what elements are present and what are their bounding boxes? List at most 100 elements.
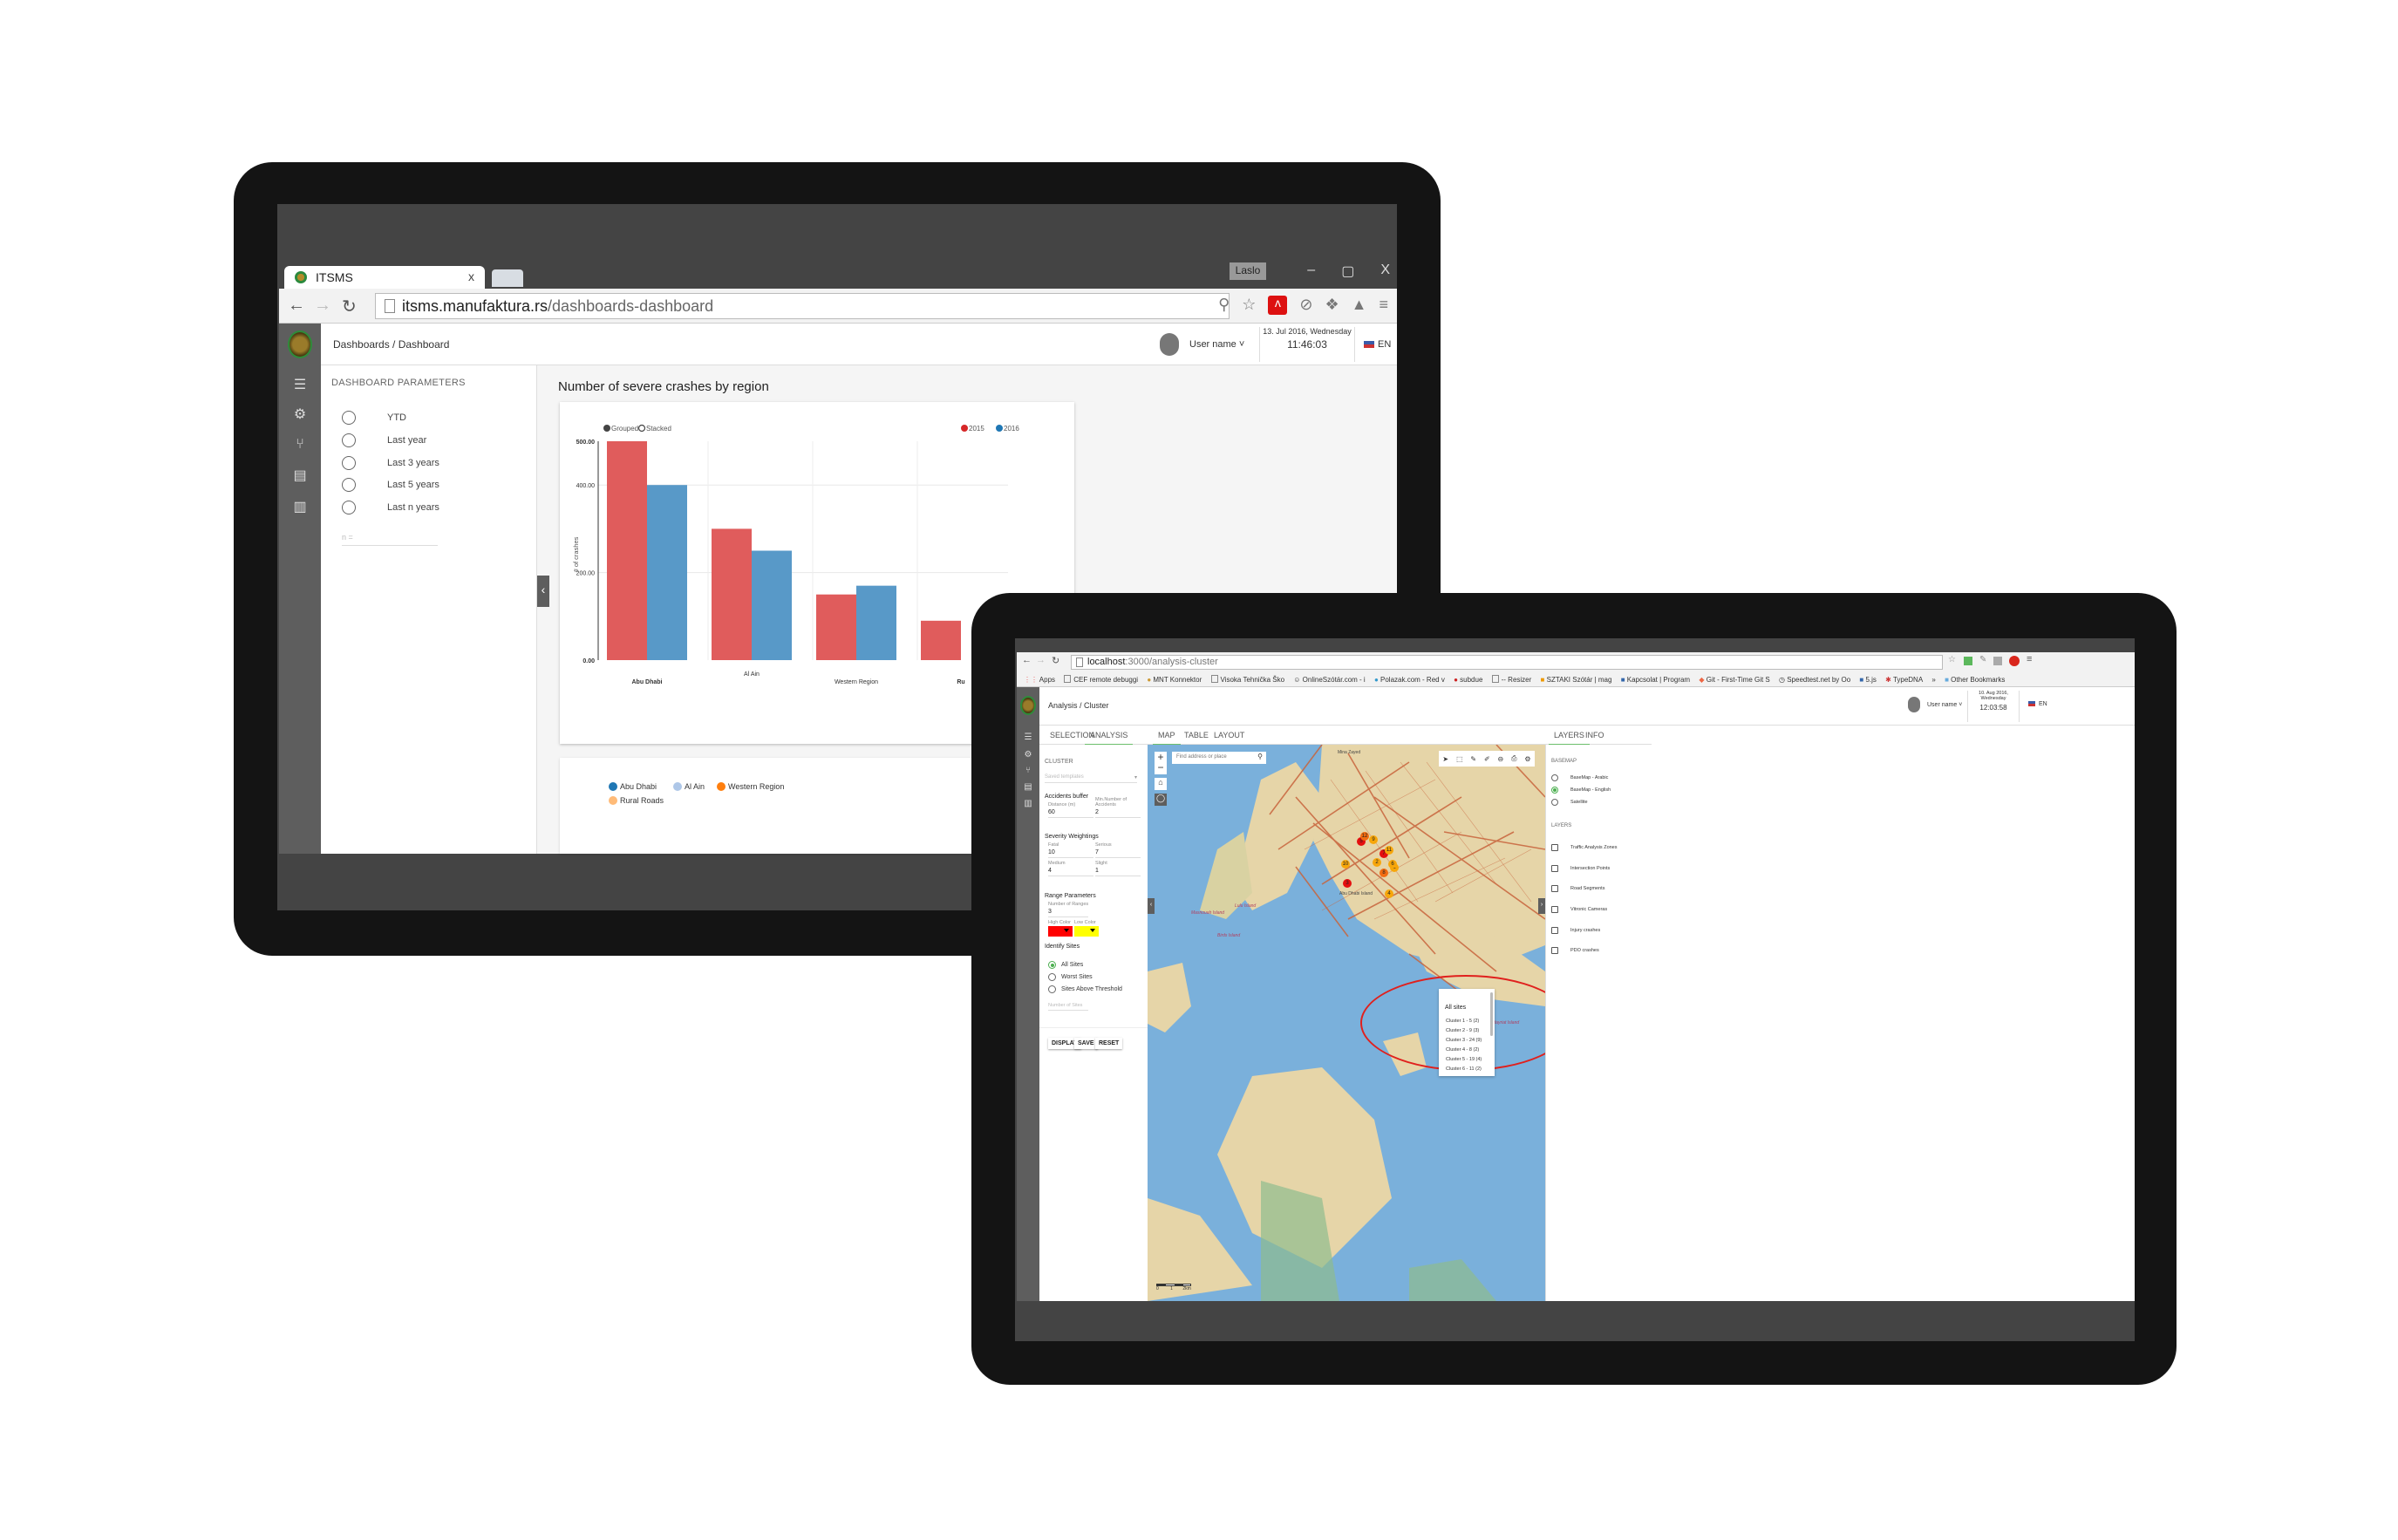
network-icon[interactable]: ⑂ bbox=[279, 437, 321, 453]
bookmark-item[interactable]: ■ Kapcsolat | Program bbox=[1621, 676, 1690, 684]
close-window-button[interactable]: X bbox=[1380, 262, 1390, 280]
print-icon[interactable]: ⎙ bbox=[1511, 754, 1516, 763]
search-icon[interactable]: ⚲ bbox=[1257, 753, 1263, 760]
radio-last-year[interactable]: Last year bbox=[342, 433, 426, 447]
bookmark-item[interactable]: ● MNT Konnektor bbox=[1147, 676, 1202, 684]
collapse-right-panel-button[interactable]: › bbox=[1538, 898, 1545, 914]
bookmark-other[interactable]: ■ Other Bookmarks bbox=[1945, 676, 2005, 684]
measure-icon[interactable]: ✐ bbox=[1484, 755, 1490, 763]
maximize-button[interactable]: ▢ bbox=[1341, 262, 1354, 280]
checkbox-vitronic-cameras[interactable]: Vitronic Cameras bbox=[1551, 906, 1607, 913]
radio-all-sites[interactable]: All Sites bbox=[1048, 961, 1083, 969]
blocker-extension-icon[interactable]: ⊘ bbox=[1299, 296, 1312, 315]
zoom-icon[interactable]: ⚲ bbox=[1218, 296, 1230, 315]
cluster-list-item[interactable]: Cluster 3 - 24 (9) bbox=[1446, 1038, 1482, 1043]
eyedropper-extension-icon[interactable]: ✎ bbox=[1979, 655, 1986, 664]
bookmark-item[interactable]: ◷ Speedtest.net by Oo bbox=[1779, 676, 1850, 684]
stacked-radio[interactable] bbox=[637, 424, 646, 433]
zoom-out-button[interactable]: − bbox=[1155, 762, 1167, 773]
language-selector[interactable]: EN bbox=[2028, 701, 2047, 707]
radio-ytd[interactable]: YTD bbox=[342, 411, 406, 425]
medium-input[interactable]: 4 bbox=[1048, 868, 1093, 876]
radio-basemap-arabic[interactable]: BaseMap - Arabic bbox=[1551, 774, 1608, 781]
radio-button[interactable] bbox=[342, 411, 356, 425]
map-view[interactable]: + − ⌂ ◯ Find address or place ⚲ ➤ ⬚ ✎ ✐ … bbox=[1148, 745, 1545, 1301]
gear-icon[interactable]: ⚙ bbox=[1524, 755, 1530, 763]
bookmark-star-icon[interactable]: ☆ bbox=[1948, 655, 1956, 664]
radio-button[interactable] bbox=[342, 501, 356, 514]
checkbox-road-segments[interactable]: Road Segments bbox=[1551, 885, 1604, 892]
minimize-button[interactable]: – bbox=[1307, 262, 1315, 280]
checkbox-pdo-crashes[interactable]: PDO crashes bbox=[1551, 947, 1599, 954]
radio-sites-above-threshold[interactable]: Sites Above Threshold bbox=[1048, 985, 1122, 993]
acrobat-extension-icon[interactable]: ᴧ bbox=[1268, 296, 1288, 315]
drive-extension-icon[interactable]: ▲ bbox=[1352, 296, 1367, 315]
cluster-marker-2[interactable]: 2 bbox=[1373, 858, 1381, 867]
gear-icon[interactable]: ⚙ bbox=[1017, 750, 1039, 760]
min-accidents-input[interactable]: 2 bbox=[1095, 809, 1141, 818]
app-logo[interactable] bbox=[279, 324, 321, 365]
menu-icon[interactable]: ☰ bbox=[279, 376, 321, 393]
legend-label-2016[interactable]: 2016 bbox=[1004, 425, 1019, 433]
checkbox[interactable] bbox=[1551, 885, 1558, 892]
bookmark-item[interactable]: ☺ OnlineSzótár.com - i bbox=[1293, 676, 1365, 684]
cluster-list-item[interactable]: Cluster 2 - 9 (3) bbox=[1446, 1028, 1479, 1033]
legend-abu-dhabi[interactable]: Abu Dhabi bbox=[609, 782, 657, 791]
extension-icon[interactable] bbox=[1993, 657, 2002, 665]
number-of-sites-input[interactable]: Number of Sites bbox=[1048, 1003, 1088, 1011]
tab-layout[interactable]: LAYOUT bbox=[1214, 731, 1244, 739]
checkbox-traffic-analysis-zones[interactable]: Traffic Analysis Zones bbox=[1551, 844, 1618, 851]
dropbox-extension-icon[interactable]: ❖ bbox=[1325, 296, 1339, 315]
checkbox[interactable] bbox=[1551, 844, 1558, 851]
bookmark-item[interactable]: ● subdue bbox=[1454, 676, 1482, 684]
cluster-list-item[interactable]: Cluster 6 - 11 (2) bbox=[1446, 1066, 1482, 1072]
n-years-input[interactable]: n = bbox=[342, 533, 438, 546]
radio-basemap-english[interactable]: BaseMap - English bbox=[1551, 787, 1611, 794]
tab-info[interactable]: INFO bbox=[1585, 731, 1604, 739]
select-box-icon[interactable]: ⬚ bbox=[1456, 755, 1463, 763]
bookmark-item[interactable]: CEF remote debuggi bbox=[1064, 675, 1138, 684]
pointer-icon[interactable]: ➤ bbox=[1442, 755, 1448, 763]
tab-selection[interactable]: SELECTION bbox=[1050, 731, 1094, 739]
app-logo[interactable] bbox=[1017, 687, 1039, 726]
grouped-radio[interactable] bbox=[603, 425, 610, 432]
address-bar[interactable]: itsms.manufaktura.rs/dashboards-dashboar… bbox=[375, 293, 1230, 319]
checkbox[interactable] bbox=[1551, 927, 1558, 934]
collapse-left-panel-button[interactable]: ‹ bbox=[1148, 898, 1155, 914]
saved-templates-select[interactable]: Saved templates ▾ bbox=[1045, 774, 1137, 783]
radio-button[interactable] bbox=[342, 478, 356, 492]
bookmark-item[interactable]: ● Polazak.com - Red v bbox=[1374, 676, 1445, 684]
tab-layers[interactable]: LAYERS bbox=[1549, 731, 1590, 746]
cluster-marker-12[interactable]: 12 bbox=[1360, 832, 1369, 841]
radio-button[interactable] bbox=[1551, 787, 1558, 794]
grouped-label[interactable]: Grouped bbox=[611, 425, 638, 433]
tab-map[interactable]: MAP bbox=[1153, 731, 1180, 746]
checkbox[interactable] bbox=[1551, 906, 1558, 913]
radio-button[interactable] bbox=[1048, 985, 1056, 993]
save-button[interactable]: SAVE bbox=[1074, 1038, 1098, 1049]
bar-chart-icon[interactable]: ▥ bbox=[279, 498, 321, 515]
cluster-marker-10[interactable]: 10 bbox=[1341, 860, 1350, 869]
pencil-icon[interactable]: ✎ bbox=[1470, 755, 1476, 763]
cluster-marker-8[interactable]: 8 bbox=[1380, 869, 1388, 877]
popup-scrollbar[interactable] bbox=[1490, 992, 1493, 1036]
low-color-picker[interactable] bbox=[1074, 926, 1099, 937]
back-icon[interactable]: ← bbox=[1022, 655, 1032, 665]
home-button[interactable]: ⌂ bbox=[1155, 778, 1167, 790]
tab-analysis[interactable]: ANALYSIS bbox=[1084, 731, 1134, 746]
checkbox-intersection-points[interactable]: Intersection Points bbox=[1551, 865, 1610, 872]
reload-icon[interactable]: ↻ bbox=[342, 296, 357, 317]
bookmark-item[interactable]: -- Resizer bbox=[1491, 675, 1531, 684]
user-avatar[interactable] bbox=[1908, 697, 1920, 712]
distance-input[interactable]: 60 bbox=[1048, 809, 1093, 818]
legend-label-2015[interactable]: 2015 bbox=[969, 425, 984, 433]
serious-input[interactable]: 7 bbox=[1095, 849, 1141, 858]
radio-button[interactable] bbox=[342, 456, 356, 470]
user-menu[interactable]: User name ˅ bbox=[1927, 702, 1962, 708]
checkbox[interactable] bbox=[1551, 865, 1558, 872]
close-tab-icon[interactable]: x bbox=[468, 269, 474, 283]
stacked-label[interactable]: Stacked bbox=[646, 425, 671, 433]
locate-button[interactable]: ◯ bbox=[1155, 794, 1167, 806]
bookmark-item[interactable]: ■ SZTAKI Szótár | mag bbox=[1541, 676, 1612, 684]
radio-last-5-years[interactable]: Last 5 years bbox=[342, 478, 439, 492]
